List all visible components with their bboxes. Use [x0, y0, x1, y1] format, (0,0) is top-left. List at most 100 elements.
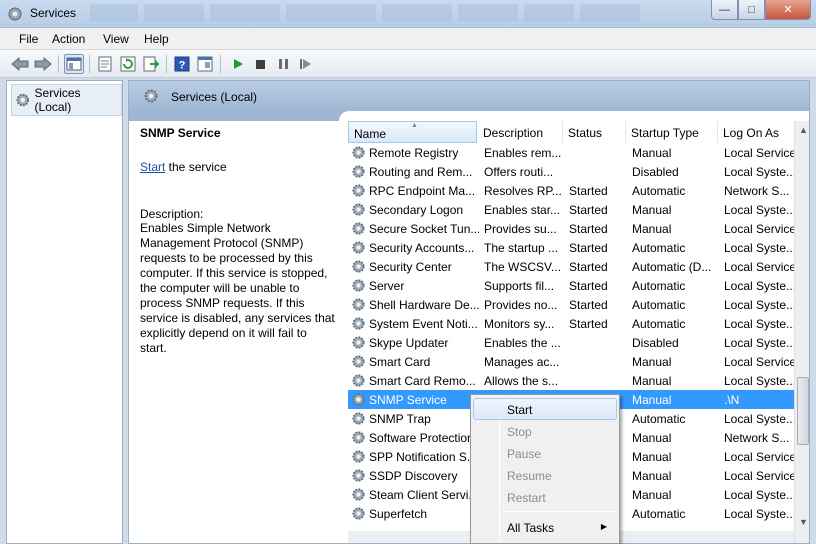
cell-desc: Resolves RP... — [484, 184, 562, 198]
cell-startup: Manual — [632, 146, 672, 160]
column-header-startup-type[interactable]: Startup Type — [626, 121, 718, 143]
scroll-up-icon[interactable]: ▲ — [799, 125, 808, 135]
cell-logon: Network S... — [724, 184, 790, 198]
start-service-link[interactable]: Start — [140, 160, 165, 174]
cell-status: Started — [569, 241, 608, 255]
show-console-tree-button[interactable] — [64, 54, 84, 74]
back-button[interactable] — [10, 54, 30, 74]
table-row[interactable]: Smart Card Manages ac... Manual Local Servi… — [348, 352, 796, 371]
refresh-icon — [120, 56, 136, 72]
forward-button[interactable] — [33, 54, 53, 74]
gear-icon — [16, 93, 30, 107]
context-item-start[interactable]: Start — [473, 398, 617, 420]
gear-icon — [351, 259, 366, 277]
cell-startup: Automatic — [632, 241, 686, 255]
gear-icon — [351, 164, 366, 182]
properties-button[interactable] — [95, 54, 115, 74]
gear-icon — [351, 468, 366, 486]
console-tree-icon — [66, 57, 82, 71]
gear-icon — [351, 487, 366, 505]
cell-status: Started — [569, 298, 608, 312]
table-row[interactable]: Server Supports fil... Started Automatic Loc… — [348, 276, 796, 296]
background-taskbar-blur — [90, 4, 690, 24]
snapin-view-button[interactable] — [195, 54, 215, 74]
gear-icon — [351, 297, 366, 315]
start-service-button[interactable] — [228, 54, 248, 74]
restart-service-button[interactable] — [296, 54, 316, 74]
cell-status: Started — [569, 279, 608, 293]
table-row[interactable]: RPC Endpoint Ma... Resolves RP... Started A… — [348, 181, 794, 200]
cell-logon: Network S... — [724, 431, 790, 445]
cell-name: Smart Card Remo... — [369, 374, 476, 388]
gear-icon — [351, 221, 366, 239]
menu-action[interactable]: Action — [52, 32, 85, 46]
cell-status: Started — [569, 260, 608, 274]
maximize-button[interactable]: □ — [738, 0, 765, 20]
table-row[interactable]: Secondary Logon Enables star... Started Man… — [348, 200, 796, 219]
forward-arrow-icon — [34, 57, 52, 71]
context-menu: Start Stop Pause Resume Restart All Task… — [470, 394, 620, 544]
cell-logon: Local Service — [724, 355, 796, 369]
stop-icon — [255, 59, 265, 69]
cell-name: Security Accounts... — [369, 241, 475, 255]
table-row[interactable]: Smart Card Remo... Allows the s... Manual L… — [348, 371, 796, 390]
stop-service-button[interactable] — [250, 54, 270, 74]
cell-name: RPC Endpoint Ma... — [369, 184, 476, 198]
column-header-description[interactable]: Description — [478, 121, 563, 143]
cell-startup: Automatic — [632, 412, 686, 426]
cell-startup: Disabled — [632, 336, 679, 350]
refresh-button[interactable] — [118, 54, 138, 74]
cell-desc: Enables star... — [484, 203, 561, 217]
column-header-name[interactable]: ▲ Name — [348, 121, 477, 143]
gear-icon — [351, 411, 366, 429]
column-header-status[interactable]: Status — [563, 121, 626, 143]
cell-startup: Automatic — [632, 279, 686, 293]
context-item-pause[interactable]: Pause — [473, 442, 617, 464]
gear-icon — [351, 316, 366, 334]
minimize-button[interactable]: — — [711, 0, 738, 20]
detail-service-title: SNMP Service — [140, 126, 221, 140]
cell-logon: Local Syste... — [724, 317, 796, 331]
cell-logon: Local Syste... — [724, 279, 796, 293]
table-row[interactable]: Security Center The WSCSV... Started Automa… — [348, 257, 796, 277]
cell-logon: Local Service — [724, 450, 796, 464]
cell-name: System Event Noti... — [369, 317, 478, 331]
table-row[interactable]: Remote Registry Enables rem... Manual Local… — [348, 143, 796, 162]
menu-view[interactable]: View — [103, 32, 129, 46]
pause-service-button[interactable] — [273, 54, 293, 74]
scroll-down-icon[interactable]: ▼ — [799, 517, 808, 527]
cell-startup: Manual — [632, 355, 672, 369]
table-row[interactable]: Skype Updater Enables the ... Disabled Loca… — [348, 333, 796, 352]
cell-name: Security Center — [369, 260, 452, 274]
cell-desc: Enables the ... — [484, 336, 561, 350]
menu-help[interactable]: Help — [144, 32, 169, 46]
table-row[interactable]: Routing and Rem... Offers routi... Disable… — [348, 162, 796, 182]
tree-item-services-local[interactable]: Services (Local) — [11, 84, 122, 116]
services-pane: Services (Local) SNMP Service Start the … — [128, 80, 810, 544]
cell-startup: Automatic (D... — [632, 260, 712, 274]
cell-desc: Supports fil... — [484, 279, 555, 293]
menu-file[interactable]: File — [19, 32, 38, 46]
context-item-stop[interactable]: Stop — [473, 420, 617, 442]
help-icon: ? — [174, 56, 190, 72]
context-item-restart[interactable]: Restart — [473, 486, 617, 508]
close-button[interactable]: ✕ — [765, 0, 811, 20]
export-list-button[interactable] — [141, 54, 161, 74]
service-detail-panel: SNMP Service Start the service Descripti… — [140, 126, 336, 356]
cell-startup: Manual — [632, 393, 672, 407]
gear-icon — [351, 183, 366, 201]
pane-header: Services (Local) — [129, 81, 809, 111]
context-item-all-tasks[interactable]: All Tasks ▶ — [473, 516, 617, 538]
gear-icon — [351, 278, 366, 296]
context-item-resume[interactable]: Resume — [473, 464, 617, 486]
table-row[interactable]: Secure Socket Tun... Provides su... Starte… — [348, 219, 796, 239]
table-row[interactable]: Shell Hardware De... Provides no... Starte… — [348, 295, 796, 315]
column-header-log-on-as[interactable]: Log On As — [718, 121, 794, 143]
snapin-icon — [197, 56, 213, 72]
table-row[interactable]: System Event Noti... Monitors sy... Starte… — [348, 314, 796, 334]
help-button[interactable]: ? — [172, 54, 192, 74]
table-row[interactable]: Security Accounts... The startup ... Start… — [348, 238, 796, 257]
description-text: Enables Simple Network Management Protoc… — [140, 221, 335, 355]
vertical-scrollbar[interactable]: ▲ ▼ — [794, 121, 809, 543]
scrollbar-thumb[interactable] — [797, 377, 809, 445]
